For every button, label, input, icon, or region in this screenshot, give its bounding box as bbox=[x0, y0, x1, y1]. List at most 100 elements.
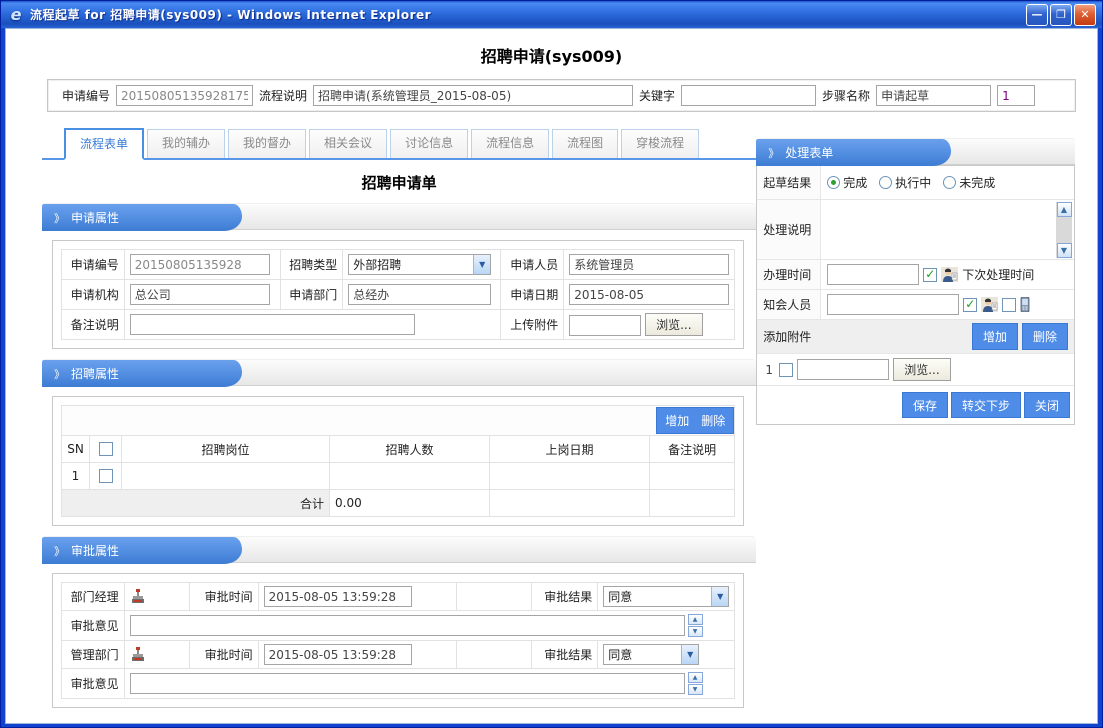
chevron-down-icon[interactable]: ▼ bbox=[681, 645, 698, 664]
approval-time-input[interactable] bbox=[264, 644, 412, 665]
next-time-checkbox[interactable] bbox=[923, 268, 937, 282]
scroll-up-icon[interactable]: ▲ bbox=[1057, 202, 1072, 217]
approval-section-tab: 》 审批属性 bbox=[42, 537, 242, 564]
close-form-button[interactable]: 关闭 bbox=[1024, 392, 1070, 418]
approval-result-select[interactable]: 同意 ▼ bbox=[603, 644, 699, 665]
approval-box: 部门经理 审批时间 审批结果 同意 ▼ bbox=[52, 573, 744, 708]
radio-icon[interactable] bbox=[943, 176, 956, 189]
tab-discussion-info[interactable]: 讨论信息 bbox=[390, 129, 468, 158]
column-header: 上岗日期 bbox=[490, 436, 650, 463]
radio-icon[interactable] bbox=[879, 176, 892, 189]
stamp-icon[interactable] bbox=[130, 588, 146, 605]
attachment-checkbox[interactable] bbox=[779, 363, 793, 377]
tab-process-diagram[interactable]: 流程图 bbox=[552, 129, 618, 158]
section-marker-icon: 》 bbox=[768, 145, 779, 161]
user-select-icon[interactable] bbox=[941, 267, 958, 282]
close-button[interactable]: ✕ bbox=[1074, 4, 1096, 26]
browser-window: e 流程起草 for 招聘申请(sys009) - Windows Intern… bbox=[0, 0, 1103, 728]
remark-input[interactable] bbox=[130, 314, 415, 335]
recruit-header-row: SN 招聘岗位 招聘人数 上岗日期 备注说明 bbox=[62, 436, 735, 463]
handle-time-input[interactable] bbox=[827, 264, 919, 285]
keyword-label: 关键字 bbox=[633, 87, 681, 104]
date-input[interactable] bbox=[569, 284, 729, 305]
sms-checkbox[interactable] bbox=[1002, 298, 1016, 312]
scroll-down-icon[interactable]: ▼ bbox=[1057, 243, 1072, 258]
tab-my-assist[interactable]: 我的辅办 bbox=[147, 129, 225, 158]
process-desc-input[interactable] bbox=[313, 85, 633, 106]
radio-option-complete[interactable]: 完成 bbox=[827, 174, 867, 191]
step-name-input[interactable] bbox=[876, 85, 991, 106]
browse-button[interactable]: 浏览... bbox=[645, 313, 702, 336]
radio-option-incomplete[interactable]: 未完成 bbox=[943, 174, 995, 191]
radio-option-in-progress[interactable]: 执行中 bbox=[879, 174, 931, 191]
applicant-input[interactable] bbox=[569, 254, 729, 275]
form-apply-no-input[interactable] bbox=[130, 254, 270, 275]
section-marker-icon: 》 bbox=[54, 210, 65, 226]
window-title: 流程起草 for 招聘申请(sys009) - Windows Internet… bbox=[30, 6, 1026, 23]
tab-bar: 流程表单 我的辅办 我的督办 相关会议 讨论信息 流程信息 流程图 穿梭流程 bbox=[42, 128, 756, 160]
minimize-button[interactable]: — bbox=[1026, 4, 1048, 26]
spinner-up-icon[interactable]: ▲ bbox=[688, 672, 703, 683]
approval-result-label: 审批结果 bbox=[532, 583, 598, 611]
apply-no-input[interactable] bbox=[116, 85, 253, 106]
chevron-down-icon[interactable]: ▼ bbox=[711, 587, 728, 606]
approval-result-select[interactable]: 同意 ▼ bbox=[603, 586, 729, 607]
row-checkbox[interactable] bbox=[99, 469, 113, 483]
approval-opinion-input[interactable] bbox=[130, 615, 685, 636]
start-date-cell[interactable] bbox=[490, 463, 650, 490]
dept-input[interactable] bbox=[348, 284, 491, 305]
spinner-down-icon[interactable]: ▼ bbox=[688, 626, 703, 637]
attachment-file-input[interactable] bbox=[797, 359, 889, 380]
field-label: 上传附件 bbox=[501, 310, 564, 340]
tab-related-meetings[interactable]: 相关会议 bbox=[309, 129, 387, 158]
spacer-cell bbox=[457, 641, 532, 669]
remark-cell[interactable] bbox=[650, 463, 735, 490]
spinner-down-icon[interactable]: ▼ bbox=[688, 684, 703, 695]
recruit-position-cell[interactable] bbox=[122, 463, 330, 490]
process-desc-textarea[interactable] bbox=[823, 202, 1056, 258]
attachment-add-button[interactable]: 增加 bbox=[972, 323, 1018, 350]
stamp-icon[interactable] bbox=[130, 646, 146, 663]
tab-process-form[interactable]: 流程表单 bbox=[64, 128, 144, 160]
next-handle-time-label: 下次处理时间 bbox=[962, 266, 1034, 283]
save-button[interactable]: 保存 bbox=[902, 392, 948, 418]
approval-time-input[interactable] bbox=[264, 586, 412, 607]
draft-result-options: 完成 执行中 未完成 bbox=[821, 166, 1074, 199]
field-label: 申请机构 bbox=[62, 280, 125, 310]
select-all-checkbox[interactable] bbox=[99, 442, 113, 456]
phone-icon[interactable] bbox=[1020, 297, 1030, 312]
textarea-scrollbar[interactable]: ▲ ▼ bbox=[1056, 202, 1072, 258]
approval-opinion-input[interactable] bbox=[130, 673, 685, 694]
notify-checkbox-checked[interactable] bbox=[963, 298, 977, 312]
upload-attachment-input[interactable] bbox=[569, 315, 641, 336]
approval-result-label: 审批结果 bbox=[532, 641, 598, 669]
step-no-input[interactable] bbox=[997, 85, 1035, 106]
tab-process-info[interactable]: 流程信息 bbox=[471, 129, 549, 158]
process-panel-tab: 》 处理表单 bbox=[756, 139, 951, 166]
apply-no-label: 申请编号 bbox=[56, 87, 116, 104]
radio-icon[interactable] bbox=[827, 176, 840, 189]
approval-opinion-label: 审批意见 bbox=[62, 669, 125, 699]
forward-next-step-button[interactable]: 转交下步 bbox=[951, 392, 1021, 418]
add-row-button[interactable]: 增加 bbox=[665, 412, 689, 429]
process-desc-label: 处理说明 bbox=[757, 200, 821, 259]
notify-input[interactable] bbox=[827, 294, 959, 315]
recruit-box: 增加 删除 SN 招聘岗位 招聘人数 上岗日期 备注说明 bbox=[52, 396, 744, 526]
row-sn: 1 bbox=[62, 463, 90, 490]
handle-time-label: 办理时间 bbox=[757, 260, 821, 289]
add-attachment-label: 添加附件 bbox=[763, 328, 811, 345]
attachment-delete-button[interactable]: 删除 bbox=[1022, 323, 1068, 350]
user-select-icon[interactable] bbox=[981, 297, 998, 312]
recruit-count-cell[interactable] bbox=[330, 463, 490, 490]
delete-row-button[interactable]: 删除 bbox=[701, 412, 725, 429]
tab-shuttle-process[interactable]: 穿梭流程 bbox=[621, 129, 699, 158]
recruit-type-select[interactable]: 外部招聘 ▼ bbox=[348, 254, 491, 275]
org-input[interactable] bbox=[130, 284, 270, 305]
keyword-input[interactable] bbox=[681, 85, 816, 106]
spinner-up-icon[interactable]: ▲ bbox=[688, 614, 703, 625]
attachment-browse-button[interactable]: 浏览... bbox=[893, 358, 950, 381]
approval-section-title: 审批属性 bbox=[71, 542, 119, 559]
maximize-button[interactable]: ❐ bbox=[1050, 4, 1072, 26]
tab-my-supervise[interactable]: 我的督办 bbox=[228, 129, 306, 158]
chevron-down-icon[interactable]: ▼ bbox=[473, 255, 490, 274]
